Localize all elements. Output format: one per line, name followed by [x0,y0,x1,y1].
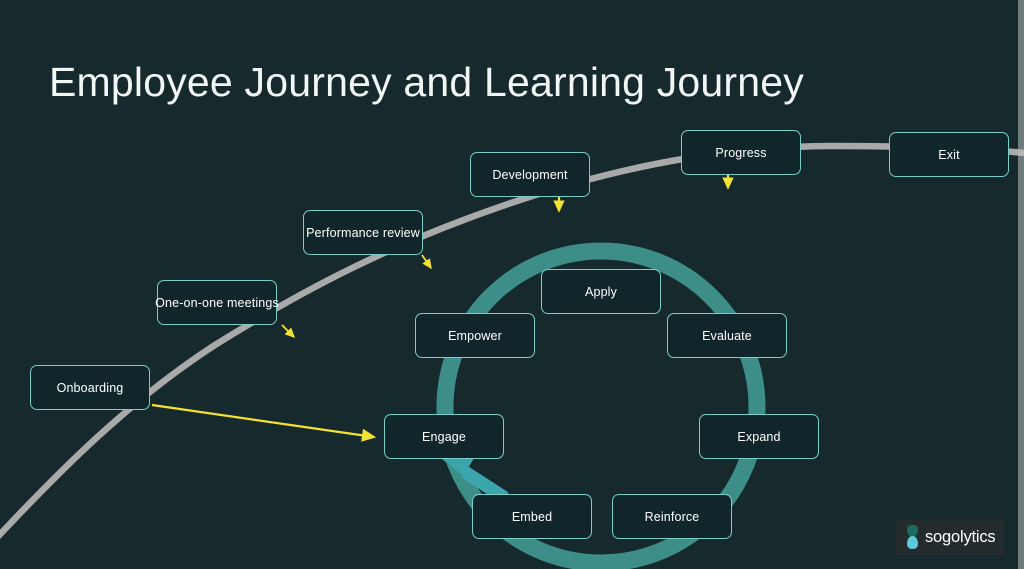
stage-empower[interactable]: Empower [415,313,535,358]
stage-label: Reinforce [644,509,700,524]
stage-label: Embed [511,509,553,524]
stage-label: Empower [448,328,502,343]
slide-canvas: Employee Journey and Learning Journey On… [0,0,1024,569]
slide-right-edge [1018,0,1024,569]
page-title: Employee Journey and Learning Journey [49,59,804,106]
stage-label: Evaluate [702,328,752,343]
stage-label: Onboarding [56,380,124,395]
stage-label: Performance review [306,225,420,240]
stage-progress[interactable]: Progress [681,130,801,175]
stage-expand[interactable]: Expand [699,414,819,459]
logo-wordmark: sogolytics [925,527,996,546]
sogolytics-logo: sogolytics [896,519,1004,555]
stage-embed[interactable]: Embed [472,494,592,539]
stage-apply[interactable]: Apply [541,269,661,314]
stage-label: One-on-one meetings [155,295,279,310]
stage-performance-review[interactable]: Performance review [303,210,423,255]
stage-reinforce[interactable]: Reinforce [612,494,732,539]
onboarding-to-engage-arrow [151,403,377,442]
stage-evaluate[interactable]: Evaluate [667,313,787,358]
stage-exit[interactable]: Exit [889,132,1009,177]
stage-label: Expand [737,429,781,444]
stage-development[interactable]: Development [470,152,590,197]
stage-label: Exit [938,147,960,162]
stage-label: Apply [584,284,618,299]
stage-label: Development [492,167,568,182]
stage-one-on-one-meetings[interactable]: One-on-one meetings [155,280,279,325]
stage-onboarding[interactable]: Onboarding [30,365,150,410]
stage-label: Progress [715,145,767,160]
stage-engage[interactable]: Engage [384,414,504,459]
stage-label: Engage [422,429,466,444]
sogolytics-droplet-icon [905,525,921,549]
